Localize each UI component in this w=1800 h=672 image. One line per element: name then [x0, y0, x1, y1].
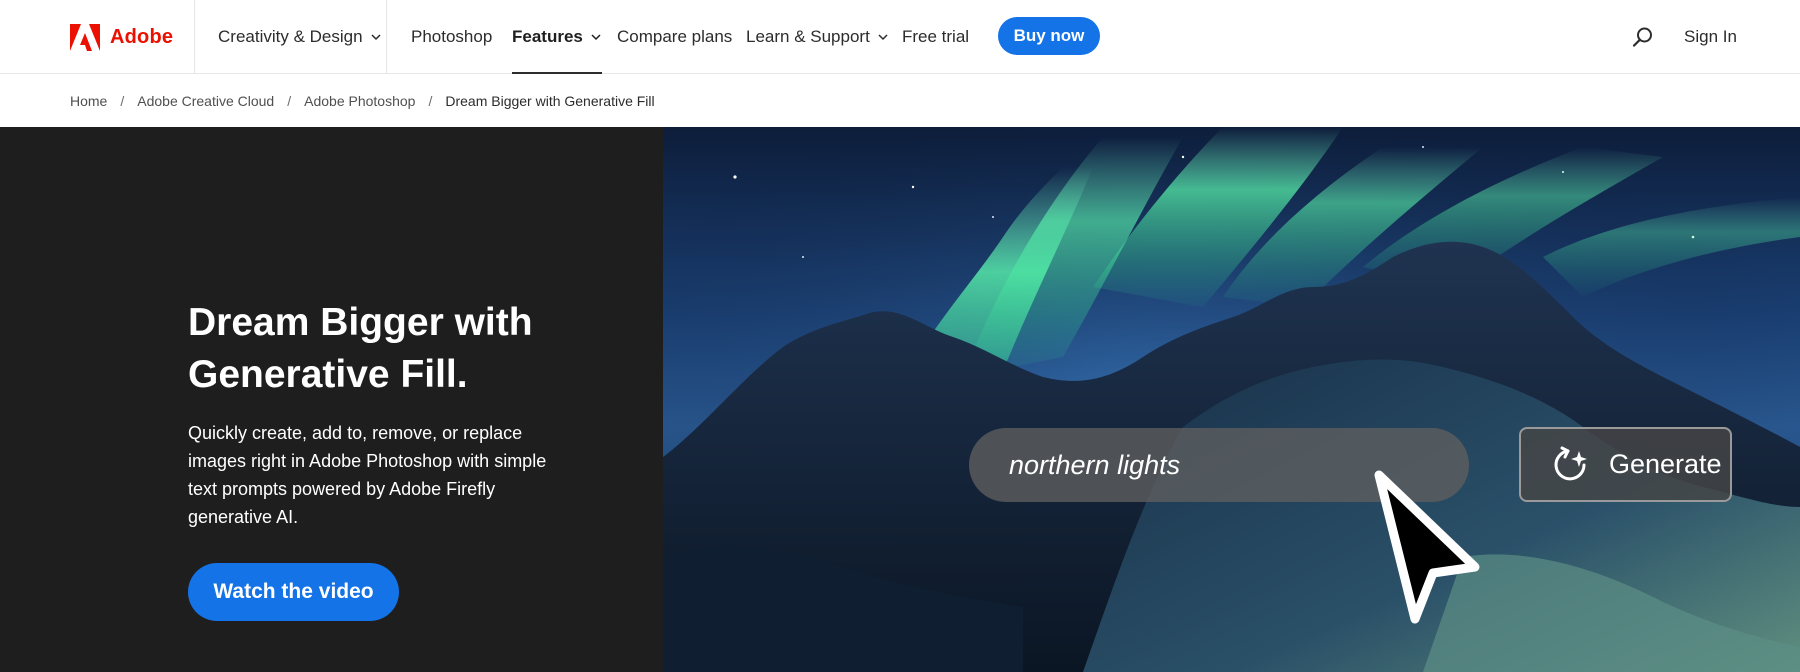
nav-item-label: Free trial	[902, 27, 970, 46]
hero-description: Quickly create, add to, remove, or repla…	[188, 423, 547, 527]
nav-item-label: Compare plans	[617, 27, 733, 46]
search-button[interactable]	[1630, 24, 1656, 50]
northern-lights-illustration	[663, 127, 1800, 672]
nav-item-label: Creativity & Design	[218, 27, 363, 46]
nav-item-learn-support[interactable]: Learn & Support	[746, 0, 889, 74]
nav-item-label: Features	[512, 27, 583, 46]
hero-image: northern lights Generate	[663, 127, 1800, 672]
breadcrumb-separator: /	[428, 92, 433, 109]
breadcrumb-current-page: Dream Bigger with Generative Fill	[445, 92, 655, 109]
nav-divider	[386, 0, 387, 74]
breadcrumb-photoshop[interactable]: Adobe Photoshop	[304, 93, 415, 109]
hero-title: Dream Bigger with Generative Fill.	[188, 301, 533, 396]
adobe-brand-link[interactable]: Adobe	[70, 22, 173, 52]
buy-now-button[interactable]: Buy now	[998, 17, 1100, 55]
breadcrumb: Home / Adobe Creative Cloud / Adobe Phot…	[0, 74, 1800, 127]
sign-in-link[interactable]: Sign In	[1684, 0, 1737, 74]
watch-video-button[interactable]: Watch the video	[188, 563, 399, 621]
breadcrumb-separator: /	[287, 92, 292, 109]
mouse-pointer-icon	[1374, 470, 1480, 624]
hero-section: Dream Bigger with Generative Fill. Quick…	[0, 127, 1800, 672]
nav-divider	[194, 0, 195, 74]
chevron-down-icon	[591, 34, 601, 41]
generate-label: Generate	[1609, 449, 1722, 479]
nav-item-label: Learn & Support	[746, 27, 870, 46]
generate-button[interactable]: Generate	[1519, 427, 1732, 502]
generate-sparkle-icon	[1554, 446, 1587, 480]
nav-item-creativity-design[interactable]: Creativity & Design	[218, 0, 382, 74]
nav-item-features[interactable]: Features	[512, 0, 602, 74]
nav-item-photoshop[interactable]: Photoshop	[411, 0, 492, 74]
search-icon	[1632, 27, 1652, 47]
breadcrumb-home[interactable]: Home	[70, 93, 107, 109]
brand-name: Adobe	[110, 25, 174, 48]
nav-item-free-trial[interactable]: Free trial	[902, 0, 969, 74]
breadcrumb-creative-cloud[interactable]: Adobe Creative Cloud	[137, 93, 274, 109]
nav-item-label: Photoshop	[411, 27, 493, 46]
chevron-down-icon	[878, 34, 888, 41]
global-nav: Adobe Creativity & Design Photoshop Feat…	[0, 0, 1800, 74]
nav-item-compare-plans[interactable]: Compare plans	[617, 0, 732, 74]
chevron-down-icon	[371, 34, 381, 41]
hero-text-panel: Dream Bigger with Generative Fill. Quick…	[0, 127, 663, 672]
adobe-logo-icon	[70, 23, 100, 51]
breadcrumb-separator: /	[120, 92, 125, 109]
prompt-text: northern lights	[1009, 449, 1181, 480]
